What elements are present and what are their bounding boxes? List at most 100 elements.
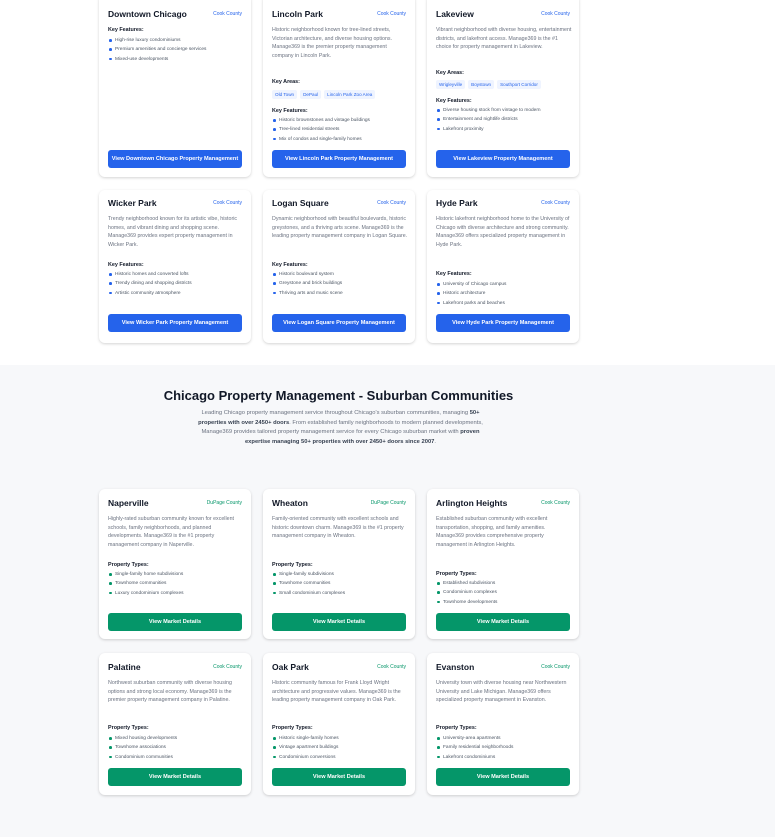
list-item: Thriving arts and music scene <box>272 289 408 298</box>
list-item: Vintage apartment buildings <box>272 743 408 752</box>
view-lincoln-park-button[interactable]: View Lincoln Park Property Management <box>272 150 406 168</box>
county-badge: DuPage County <box>206 500 242 506</box>
list-item: Mixed housing developments <box>108 734 244 743</box>
neighborhood-card-hyde-park: Hyde Park Cook County Historic lakefront… <box>427 190 579 343</box>
list-item: Condominium complexes <box>436 588 572 597</box>
card-description: Historic lakefront neighborhood home to … <box>436 216 570 248</box>
view-downtown-chicago-button[interactable]: View Downtown Chicago Property Managemen… <box>108 150 242 168</box>
county-badge: Cook County <box>213 664 242 670</box>
card-description: Northwest suburban community with divers… <box>108 680 232 704</box>
view-market-details-button[interactable]: View Market Details <box>272 768 406 786</box>
features-list: Historic boulevard system Greystone and … <box>272 270 408 298</box>
suburb-card-naperville: Naperville DuPage County Highly-rated su… <box>99 489 251 639</box>
view-hyde-park-button[interactable]: View Hyde Park Property Management <box>436 314 570 332</box>
county-badge: Cook County <box>541 200 570 206</box>
neighborhood-card-logan-square: Logan Square Cook County Dynamic neighbo… <box>263 190 415 343</box>
key-areas-tags: Wrigleyville Boystown Southport Corridor <box>436 80 541 89</box>
list-item: High-rise luxury condominiums <box>108 36 244 45</box>
property-types-label: Property Types: <box>436 725 477 731</box>
list-item: Established subdivisions <box>436 579 572 588</box>
key-area-tag: Old Town <box>272 90 298 99</box>
neighborhood-card-lincoln-park: Lincoln Park Cook County Historic neighb… <box>263 0 415 177</box>
card-description: Established suburban community with exce… <box>436 516 548 548</box>
suburb-card-arlington-heights: Arlington Heights Cook County Establishe… <box>427 489 579 639</box>
card-title: Evanston <box>436 662 475 672</box>
card-description: University town with diverse housing nea… <box>436 680 567 704</box>
card-description: Historic neighborhood known for tree-lin… <box>272 27 393 59</box>
list-item: Diverse housing stock from vintage to mo… <box>436 106 572 115</box>
key-area-tag: Southport Corridor <box>497 80 541 89</box>
card-title: Oak Park <box>272 662 309 672</box>
key-area-tag: Wrigleyville <box>436 80 466 89</box>
property-types-label: Property Types: <box>272 562 313 568</box>
features-list: Historic homes and converted lofts Trend… <box>108 270 244 298</box>
card-title: Lincoln Park <box>272 9 324 19</box>
suburb-card-oak-park: Oak Park Cook County Historic community … <box>263 653 415 795</box>
list-item: Mix of condos and single-family homes <box>272 135 408 144</box>
property-types-label: Property Types: <box>108 562 149 568</box>
view-market-details-button[interactable]: View Market Details <box>436 613 570 631</box>
list-item: Townhome communities <box>108 579 244 588</box>
list-item: Townhome developments <box>436 598 572 607</box>
intro-text: Leading Chicago property management serv… <box>201 410 470 416</box>
view-logan-square-button[interactable]: View Logan Square Property Management <box>272 314 406 332</box>
list-item: Entertainment and nightlife districts <box>436 115 572 124</box>
property-types-label: Property Types: <box>436 571 477 577</box>
features-label: Key Features: <box>108 27 144 33</box>
key-areas-label: Key Areas: <box>272 79 300 85</box>
county-badge: Cook County <box>541 664 570 670</box>
key-area-tag: Boystown <box>468 80 495 89</box>
list-item: Townhome associations <box>108 743 244 752</box>
county-badge: DuPage County <box>370 500 406 506</box>
view-lakeview-button[interactable]: View Lakeview Property Management <box>436 150 570 168</box>
property-types-list: Single-family home subdivisions Townhome… <box>108 570 244 598</box>
card-description: Highly-rated suburban community known fo… <box>108 516 235 548</box>
key-areas-label: Key Areas: <box>436 70 464 76</box>
key-area-tag: DePaul <box>300 90 322 99</box>
features-label: Key Features: <box>272 108 308 114</box>
view-market-details-button[interactable]: View Market Details <box>436 768 570 786</box>
card-title: Downtown Chicago <box>108 9 187 19</box>
list-item: Trendy dining and shopping districts <box>108 279 244 288</box>
intro-text: . <box>434 439 437 446</box>
view-market-details-button[interactable]: View Market Details <box>272 613 406 631</box>
card-description: Dynamic neighborhood with beautiful boul… <box>272 216 408 240</box>
view-market-details-button[interactable]: View Market Details <box>108 613 242 631</box>
list-item: Premium amenities and concierge services <box>108 45 244 54</box>
county-badge: Cook County <box>377 664 406 670</box>
list-item: Single-family subdivisions <box>272 570 408 579</box>
county-badge: Cook County <box>541 500 570 506</box>
county-badge: Cook County <box>213 200 242 206</box>
list-item: Townhome communities <box>272 579 408 588</box>
list-item: Mixed-use developments <box>108 55 244 64</box>
list-item: Small condominium complexes <box>272 589 408 598</box>
card-title: Lakeview <box>436 9 474 19</box>
features-list: University of Chicago campus Historic ar… <box>436 280 572 308</box>
list-item: Greystone and brick buildings <box>272 279 408 288</box>
property-types-label: Property Types: <box>108 725 149 731</box>
list-item: Historic brownstones and vintage buildin… <box>272 116 408 125</box>
view-wicker-park-button[interactable]: View Wicker Park Property Management <box>108 314 242 332</box>
key-area-tag: Lincoln Park Zoo Area <box>324 90 376 99</box>
card-title: Hyde Park <box>436 198 478 208</box>
property-types-list: Mixed housing developments Townhome asso… <box>108 734 244 762</box>
list-item: Single-family home subdivisions <box>108 570 244 579</box>
view-market-details-button[interactable]: View Market Details <box>108 768 242 786</box>
card-title: Wicker Park <box>108 198 157 208</box>
features-label: Key Features: <box>272 262 308 268</box>
property-types-list: University-area apartments Family reside… <box>436 734 572 762</box>
neighborhood-card-downtown-chicago: Downtown Chicago Cook County Key Feature… <box>99 0 251 177</box>
list-item: Historic architecture <box>436 289 572 298</box>
property-types-list: Historic single-family homes Vintage apa… <box>272 734 408 762</box>
suburb-card-wheaton: Wheaton DuPage County Family-oriented co… <box>263 489 415 639</box>
features-label: Key Features: <box>436 271 472 277</box>
property-types-list: Single-family subdivisions Townhome comm… <box>272 570 408 598</box>
card-title: Logan Square <box>272 198 329 208</box>
card-description: Vibrant neighborhood with diverse housin… <box>436 27 572 51</box>
list-item: Condominium communities <box>108 753 244 762</box>
list-item: Historic boulevard system <box>272 270 408 279</box>
list-item: Tree-lined residential streets <box>272 125 408 134</box>
features-list: Historic brownstones and vintage buildin… <box>272 116 408 144</box>
county-badge: Cook County <box>213 11 242 17</box>
card-description: Historic community famous for Frank Lloy… <box>272 680 401 704</box>
